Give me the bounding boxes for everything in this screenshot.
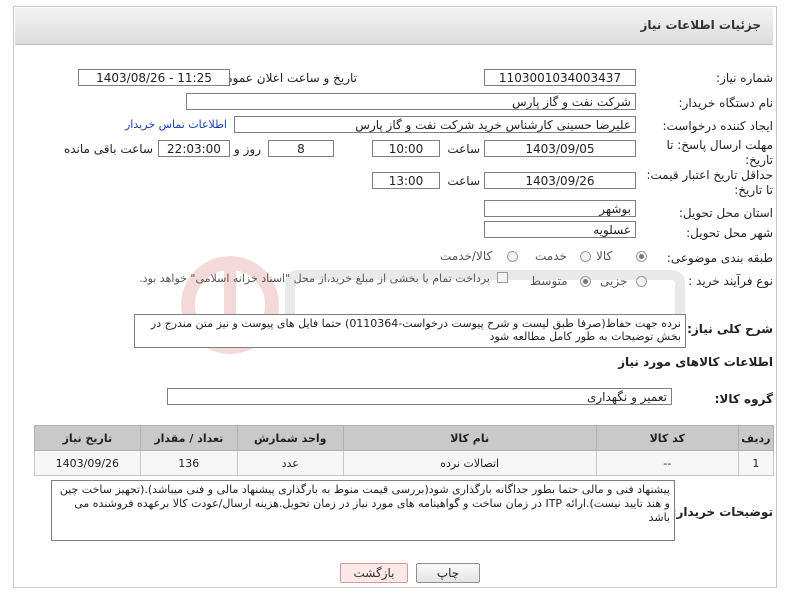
- deadline-label: مهلت ارسال پاسخ: تا تاریخ:: [666, 138, 773, 167]
- validity-time-field: 13:00: [372, 172, 440, 189]
- days-word: روز و: [234, 142, 261, 156]
- treasury-payment-note: پرداخت تمام یا بخشی از مبلغ خرید،از محل …: [139, 272, 490, 285]
- category-option-service: خدمت: [535, 249, 567, 263]
- cell-item-name: اتصالات نرده: [342, 450, 597, 476]
- col-unit: واحد شمارش: [236, 425, 344, 451]
- deadline-time-field: 10:00: [372, 140, 440, 157]
- cell-row: 1: [737, 450, 775, 476]
- category-radio-goods[interactable]: [636, 251, 647, 262]
- deadline-date-field: 1403/09/05: [484, 140, 636, 157]
- col-need-date: تاریخ نیاز: [34, 425, 141, 451]
- description-label: شرح کلی نیاز:: [687, 322, 773, 336]
- creator-field: علیرضا حسینی کارشناس خرید شرکت نفت و گاز…: [234, 116, 636, 133]
- category-option-both: کالا/خدمت: [440, 249, 493, 263]
- cell-quantity: 136: [139, 450, 238, 476]
- process-option-medium: متوسط: [530, 274, 568, 288]
- cell-need-date: 1403/09/26: [34, 450, 141, 476]
- announce-label: تاریخ و ساعت اعلان عمومی:: [212, 71, 357, 85]
- province-field: بوشهر: [484, 200, 636, 217]
- process-label: نوع فرآیند خرید :: [688, 274, 773, 288]
- cell-item-code: --: [595, 450, 739, 476]
- announce-field: 1403/08/26 - 11:25: [78, 69, 230, 86]
- province-label: استان محل تحویل:: [678, 206, 773, 220]
- page-header: جزئیات اطلاعات نیاز: [15, 8, 773, 45]
- page-title: جزئیات اطلاعات نیاز: [640, 18, 761, 32]
- goods-table: تاریخ نیاز تعداد / مقدار واحد شمارش نام …: [34, 425, 775, 476]
- goods-section-title: اطلاعات کالاهای مورد نیاز: [618, 355, 773, 369]
- validity-date-field: 1403/09/26: [484, 172, 636, 189]
- buyer-contact-link[interactable]: اطلاعات تماس خریدار: [125, 118, 227, 131]
- col-row: ردیف: [737, 425, 775, 451]
- remaining-time-field: 22:03:00: [158, 140, 230, 157]
- cell-unit: عدد: [236, 450, 344, 476]
- col-item-name: نام کالا: [342, 425, 597, 451]
- description-textarea[interactable]: نرده جهت حفاظ(صرفا طبق لیست و شرح پیوست …: [134, 314, 686, 348]
- city-label: شهر محل تحویل:: [686, 226, 773, 240]
- category-radio-service[interactable]: [580, 251, 591, 262]
- col-quantity: تعداد / مقدار: [139, 425, 238, 451]
- print-button[interactable]: چاپ: [416, 563, 480, 583]
- validity-label: حداقل تاریخ اعتبار قیمت: تا تاریخ:: [646, 168, 773, 197]
- process-radio-minor[interactable]: [636, 276, 647, 287]
- buyer-org-field: شرکت نفت و گاز پارس: [186, 93, 636, 110]
- goods-group-field: تعمیر و نگهداری: [167, 388, 672, 405]
- back-button[interactable]: بازگشت: [340, 563, 408, 583]
- process-radio-medium[interactable]: [580, 276, 591, 287]
- category-option-goods: کالا: [596, 249, 613, 263]
- table-header-row: تاریخ نیاز تعداد / مقدار واحد شمارش نام …: [34, 425, 775, 451]
- goods-group-label: گروه کالا:: [714, 392, 773, 406]
- buyer-notes-textarea[interactable]: پیشنهاد فنی و مالی حتما بطور جداگانه بار…: [51, 480, 675, 541]
- buyer-org-label: نام دستگاه خریدار:: [678, 96, 774, 110]
- days-count-field: 8: [268, 140, 334, 157]
- need-number-label: شماره نیاز:: [716, 71, 773, 85]
- creator-label: ایجاد کننده درخواست:: [662, 119, 773, 133]
- col-item-code: کد کالا: [595, 425, 739, 451]
- treasury-payment-checkbox[interactable]: [497, 272, 508, 283]
- validity-time-word: ساعت: [447, 174, 480, 188]
- city-field: عسلویه: [484, 221, 636, 238]
- category-label: طبقه بندی موضوعی:: [666, 251, 773, 265]
- process-option-minor: جزیی: [600, 274, 628, 288]
- remaining-word: ساعت باقی مانده: [63, 142, 153, 156]
- need-number-field: 1103001034003437: [484, 69, 636, 86]
- deadline-time-word: ساعت: [447, 142, 480, 156]
- buyer-notes-label: توضیحات خریدار:: [671, 505, 773, 519]
- table-row[interactable]: 1403/09/26 136 عدد اتصالات نرده -- 1: [34, 450, 775, 476]
- category-radio-both[interactable]: [507, 251, 518, 262]
